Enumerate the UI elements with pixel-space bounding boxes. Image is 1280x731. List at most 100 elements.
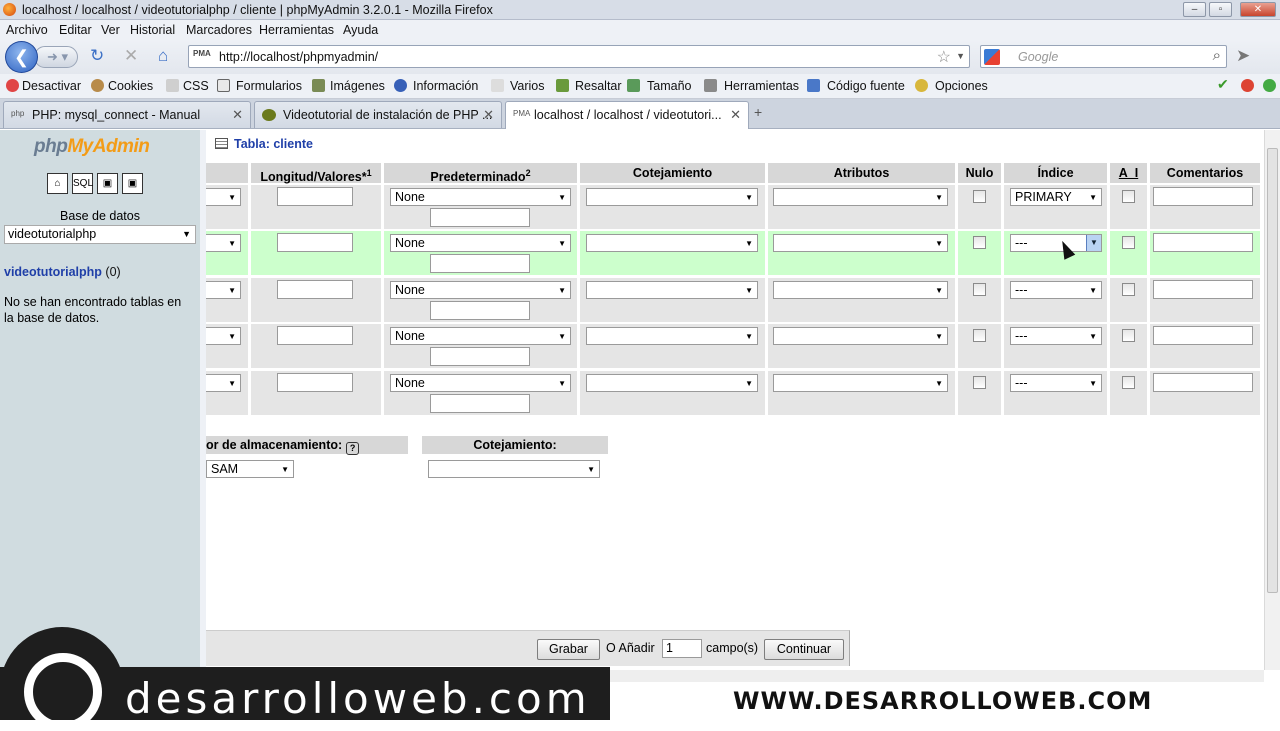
database-select[interactable]: videotutorialphp ▼ [4, 225, 196, 244]
length-input[interactable] [277, 187, 353, 206]
default-select[interactable]: None ▼ [390, 327, 571, 345]
feed-icon[interactable]: ➤ [1236, 46, 1250, 66]
database-link[interactable]: videotutorialphp (0) [4, 265, 121, 279]
url-text[interactable]: http://localhost/phpmyadmin/ [219, 50, 378, 64]
tab-close-icon[interactable]: ✕ [483, 107, 494, 123]
history-dropdown-icon[interactable]: ▼ [956, 51, 965, 61]
null-checkbox[interactable] [973, 190, 986, 203]
docs-icon[interactable]: ▣ [122, 173, 143, 194]
collation-select[interactable]: ▼ [586, 188, 758, 206]
devbar-informacion[interactable]: Información [413, 79, 478, 93]
comments-input[interactable] [1153, 373, 1253, 392]
tab-videotutorial[interactable]: Videotutorial de instalación de PHP ... … [254, 101, 502, 128]
search-icon[interactable]: ⌕ [1213, 47, 1221, 64]
devbar-opciones[interactable]: Opciones [935, 79, 988, 93]
new-tab-icon[interactable]: + [754, 104, 762, 120]
type-select[interactable]: ▼ [206, 327, 241, 345]
phpmyadmin-logo[interactable]: phpMyAdmin [34, 136, 150, 158]
type-select[interactable]: ▼ [206, 281, 241, 299]
vertical-scrollbar[interactable] [1264, 130, 1280, 670]
tab-close-icon[interactable]: ✕ [232, 107, 243, 123]
null-checkbox[interactable] [973, 376, 986, 389]
attributes-select[interactable]: ▼ [773, 327, 948, 345]
type-select[interactable]: ▼ [206, 374, 241, 392]
menu-ayuda[interactable]: Ayuda [343, 23, 378, 37]
devbar-tamano[interactable]: Tamaño [647, 79, 691, 93]
comments-input[interactable] [1153, 233, 1253, 252]
table-collation-select[interactable]: ▼ [428, 460, 600, 478]
stop-icon[interactable]: ✕ [124, 46, 138, 66]
auto-increment-checkbox[interactable] [1122, 283, 1135, 296]
length-input[interactable] [277, 326, 353, 345]
devbar-codigo-fuente[interactable]: Código fuente [827, 79, 905, 93]
collation-select[interactable]: ▼ [586, 327, 758, 345]
menu-historial[interactable]: Historial [130, 23, 175, 37]
attributes-select[interactable]: ▼ [773, 188, 948, 206]
forward-button[interactable]: ➜ ▾ [34, 46, 78, 68]
search-bar[interactable]: Google ⌕ [980, 45, 1227, 68]
comments-input[interactable] [1153, 326, 1253, 345]
tab-php-manual[interactable]: php PHP: mysql_connect - Manual ✕ [3, 101, 251, 128]
auto-increment-checkbox[interactable] [1122, 190, 1135, 203]
auto-increment-checkbox[interactable] [1122, 236, 1135, 249]
status-icon[interactable] [1263, 79, 1276, 92]
tab-phpmyadmin[interactable]: PMA localhost / localhost / videotutori.… [505, 101, 749, 129]
null-checkbox[interactable] [973, 236, 986, 249]
default-value-input[interactable] [430, 301, 530, 320]
collation-select[interactable]: ▼ [586, 374, 758, 392]
bookmark-star-icon[interactable]: ☆ [937, 47, 951, 67]
length-input[interactable] [277, 280, 353, 299]
address-bar[interactable]: PMA http://localhost/phpmyadmin/ ☆ ▼ [188, 45, 970, 68]
index-select[interactable]: PRIMARY ▼ [1010, 188, 1102, 206]
index-select[interactable]: --- ▼ [1010, 281, 1102, 299]
devbar-varios[interactable]: Varios [510, 79, 545, 93]
default-value-input[interactable] [430, 208, 530, 227]
help-icon[interactable]: ? [346, 442, 360, 455]
default-select[interactable]: None ▼ [390, 374, 571, 392]
minimize-button[interactable]: – [1183, 2, 1206, 17]
collation-select[interactable]: ▼ [586, 234, 758, 252]
default-value-input[interactable] [430, 394, 530, 413]
query-window-icon[interactable]: ▣ [97, 173, 118, 194]
devbar-herramientas[interactable]: Herramientas [724, 79, 799, 93]
home-icon[interactable]: ⌂ [158, 46, 168, 66]
default-select[interactable]: None ▼ [390, 188, 571, 206]
sql-icon[interactable]: SQL [72, 173, 93, 194]
type-select[interactable]: ▼ [206, 234, 241, 252]
index-select[interactable]: --- ▼ [1010, 327, 1102, 345]
default-select[interactable]: None ▼ [390, 281, 571, 299]
default-select[interactable]: None ▼ [390, 234, 571, 252]
devbar-resaltar[interactable]: Resaltar [575, 79, 622, 93]
index-select[interactable]: --- ▼ [1010, 374, 1102, 392]
default-value-input[interactable] [430, 254, 530, 273]
null-checkbox[interactable] [973, 283, 986, 296]
length-input[interactable] [277, 233, 353, 252]
maximize-button[interactable]: ▫ [1209, 2, 1232, 17]
devbar-imagenes[interactable]: Imágenes [330, 79, 385, 93]
menu-archivo[interactable]: Archivo [6, 23, 48, 37]
default-value-input[interactable] [430, 347, 530, 366]
attributes-select[interactable]: ▼ [773, 281, 948, 299]
devbar-cookies[interactable]: Cookies [108, 79, 153, 93]
attributes-select[interactable]: ▼ [773, 234, 948, 252]
menu-herramientas[interactable]: Herramientas [259, 23, 334, 37]
length-input[interactable] [277, 373, 353, 392]
close-window-button[interactable]: ✕ [1240, 2, 1276, 17]
storage-engine-select[interactable]: SAM ▼ [206, 460, 294, 478]
auto-increment-checkbox[interactable] [1122, 376, 1135, 389]
auto-increment-checkbox[interactable] [1122, 329, 1135, 342]
menu-editar[interactable]: Editar [59, 23, 92, 37]
reload-icon[interactable]: ↻ [90, 46, 104, 66]
menu-marcadores[interactable]: Marcadores [186, 23, 252, 37]
null-checkbox[interactable] [973, 329, 986, 342]
tab-close-icon[interactable]: ✕ [730, 107, 741, 123]
devbar-css[interactable]: CSS [183, 79, 209, 93]
attributes-select[interactable]: ▼ [773, 374, 948, 392]
type-select[interactable]: ▼ [206, 188, 241, 206]
menu-ver[interactable]: Ver [101, 23, 120, 37]
validation-ok-icon[interactable]: ✔ [1217, 76, 1230, 92]
home-icon[interactable]: ⌂ [47, 173, 68, 194]
devbar-formularios[interactable]: Formularios [236, 79, 302, 93]
error-icon[interactable] [1241, 79, 1254, 92]
collation-select[interactable]: ▼ [586, 281, 758, 299]
